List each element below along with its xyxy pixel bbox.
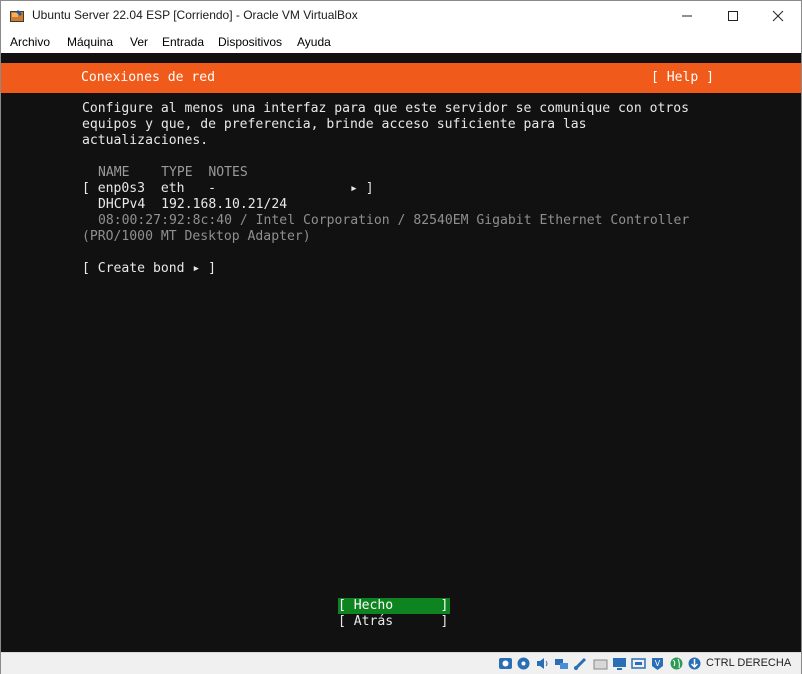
maximize-button[interactable] bbox=[710, 1, 756, 31]
close-button[interactable] bbox=[755, 1, 801, 31]
menu-entrada[interactable]: Entrada bbox=[162, 35, 204, 49]
menu-maquina[interactable]: Máquina bbox=[67, 35, 113, 49]
menu-bar: Archivo Máquina Ver Entrada Dispositivos… bbox=[1, 31, 801, 53]
shared-folder-icon[interactable] bbox=[593, 656, 608, 671]
display-icon[interactable] bbox=[612, 656, 627, 671]
vt-x-icon[interactable]: V bbox=[650, 656, 665, 671]
description-line-3: actualizaciones. bbox=[82, 133, 209, 148]
help-button[interactable]: [ Help ] bbox=[651, 70, 714, 85]
mouse-integration-icon[interactable] bbox=[687, 656, 702, 671]
virtualbox-window: Ubuntu Server 22.04 ESP [Corriendo] - Or… bbox=[0, 0, 802, 674]
recording-icon[interactable] bbox=[631, 656, 646, 671]
status-bar: V CTRL DERECHA bbox=[1, 652, 801, 674]
vm-screen[interactable]: Conexiones de red [ Help ] Configure al … bbox=[1, 53, 801, 652]
network-icon[interactable] bbox=[554, 656, 569, 671]
menu-dispositivos[interactable]: Dispositivos bbox=[218, 35, 282, 49]
installer-header: Conexiones de red [ Help ] bbox=[1, 63, 801, 93]
dhcp-address-row: DHCPv4 192.168.10.21/24 bbox=[98, 197, 288, 212]
audio-icon[interactable] bbox=[535, 656, 550, 671]
back-button[interactable]: [ Atrás ] bbox=[338, 614, 450, 630]
interface-enp0s3-row[interactable]: [ enp0s3 eth - ▸ ] bbox=[82, 181, 374, 197]
minimize-icon bbox=[682, 15, 692, 17]
create-bond-button[interactable]: [ Create bond ▸ ] bbox=[82, 261, 216, 277]
description-line-1: Configure al menos una interfaz para que… bbox=[82, 101, 689, 116]
table-headers: NAME TYPE NOTES bbox=[98, 165, 248, 180]
hardware-info-line-2: (PRO/1000 MT Desktop Adapter) bbox=[82, 229, 311, 244]
page-title: Conexiones de red bbox=[81, 70, 216, 85]
hardware-info-line-1: 08:00:27:92:8c:40 / Intel Corporation / … bbox=[98, 213, 690, 228]
globe-icon[interactable] bbox=[669, 656, 684, 671]
window-title: Ubuntu Server 22.04 ESP [Corriendo] - Or… bbox=[32, 8, 358, 22]
menu-ayuda[interactable]: Ayuda bbox=[297, 35, 331, 49]
optical-icon[interactable] bbox=[516, 656, 531, 671]
menu-archivo[interactable]: Archivo bbox=[10, 35, 50, 49]
description-line-2: equipos y que, de preferencia, brinde ac… bbox=[82, 117, 587, 132]
maximize-icon bbox=[728, 11, 738, 21]
title-bar[interactable]: Ubuntu Server 22.04 ESP [Corriendo] - Or… bbox=[1, 1, 801, 31]
done-button[interactable]: [ Hecho ] bbox=[338, 598, 450, 614]
usb-icon[interactable] bbox=[573, 656, 588, 671]
menu-ver[interactable]: Ver bbox=[130, 35, 148, 49]
hdd-icon[interactable] bbox=[498, 656, 513, 671]
minimize-button[interactable] bbox=[664, 1, 710, 31]
close-icon bbox=[772, 10, 784, 22]
svg-text:V: V bbox=[655, 659, 661, 668]
host-key-label: CTRL DERECHA bbox=[706, 657, 792, 669]
virtualbox-app-icon bbox=[10, 10, 24, 22]
